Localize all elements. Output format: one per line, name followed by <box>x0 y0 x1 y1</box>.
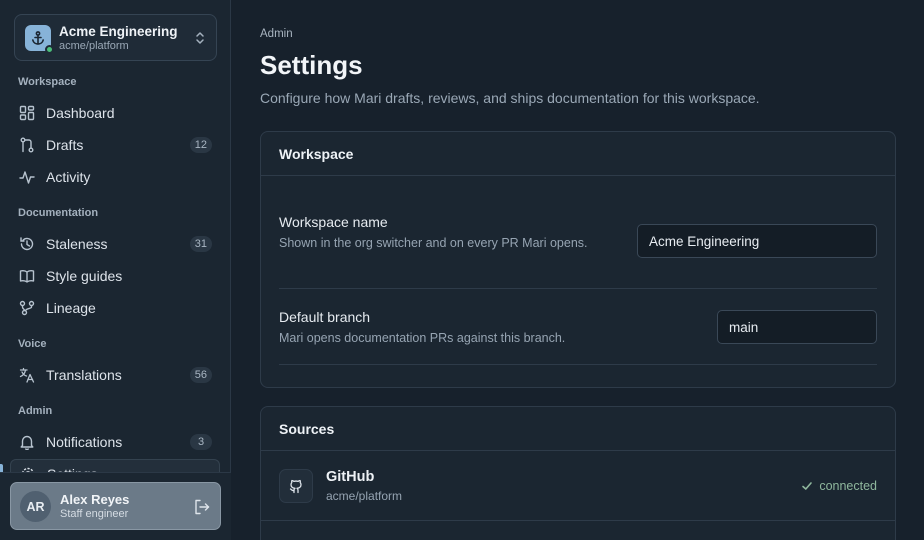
divider <box>279 364 877 365</box>
book-icon <box>19 270 35 283</box>
page-title: Settings <box>260 50 363 80</box>
workspace-name-input[interactable] <box>637 224 877 258</box>
logout-icon[interactable] <box>193 498 211 516</box>
sidebar-item-label: Activity <box>46 169 91 185</box>
workspace-name-help: Shown in the org switcher and on every P… <box>279 236 588 250</box>
activity-icon <box>19 171 35 184</box>
org-name: Acme Engineering <box>59 24 178 39</box>
count-badge: 31 <box>189 236 212 252</box>
github-icon <box>289 479 302 494</box>
online-status-dot <box>45 45 54 54</box>
dashboard-icon <box>19 105 35 121</box>
sidebar-item-lineage[interactable]: Lineage <box>10 294 220 322</box>
default-branch-label: Default branch <box>279 309 371 325</box>
sidebar: Acme Engineering acme/platform Workspace… <box>0 0 231 540</box>
count-badge: 56 <box>189 367 212 383</box>
chevron-up-down-icon <box>196 32 204 44</box>
sidebar-item-label: Staleness <box>46 236 108 252</box>
card-title: Sources <box>279 421 335 437</box>
translate-icon <box>19 367 35 383</box>
nav-section-voice: Voice <box>18 338 47 350</box>
lineage-icon <box>19 300 35 316</box>
page-subtitle: Configure how Mari drafts, reviews, and … <box>260 90 760 106</box>
check-icon <box>802 482 813 490</box>
history-icon <box>20 237 34 251</box>
source-name: GitHub <box>326 469 375 485</box>
org-slug: acme/platform <box>59 40 129 52</box>
sidebar-item-label: Lineage <box>46 300 96 316</box>
anchor-icon <box>31 31 44 45</box>
nav-section-admin: Admin <box>18 405 53 417</box>
sources-card: Sources GitHub acme/platform connected <box>260 406 896 540</box>
sidebar-item-label: Dashboard <box>46 105 115 121</box>
bell-icon <box>20 435 34 450</box>
git-branch-icon <box>20 137 34 153</box>
divider <box>261 520 895 521</box>
sidebar-item-label: Drafts <box>46 137 84 153</box>
breadcrumb: Admin <box>260 28 293 40</box>
source-repo: acme/platform <box>326 489 403 503</box>
user-card[interactable]: AR Alex Reyes Staff engineer <box>10 482 221 530</box>
count-badge: 3 <box>190 434 212 450</box>
user-role: Staff engineer <box>60 508 129 520</box>
sidebar-item-translations[interactable]: Translations 56 <box>10 361 220 389</box>
sidebar-item-style-guides[interactable]: Style guides <box>10 262 220 290</box>
divider <box>279 288 877 289</box>
avatar: AR <box>20 491 51 522</box>
source-logo <box>279 469 313 503</box>
sidebar-item-activity[interactable]: Activity <box>10 163 220 191</box>
default-branch-input[interactable] <box>717 310 877 344</box>
user-name: Alex Reyes <box>60 492 130 507</box>
workspace-card: Workspace Workspace name Shown in the or… <box>260 131 896 388</box>
workspace-name-label: Workspace name <box>279 214 388 230</box>
sidebar-item-label: Notifications <box>46 434 123 450</box>
sidebar-item-notifications[interactable]: Notifications 3 <box>10 428 220 456</box>
org-switcher[interactable]: Acme Engineering acme/platform <box>14 14 217 61</box>
connection-status-label: connected <box>819 479 877 493</box>
sidebar-item-drafts[interactable]: Drafts 12 <box>10 131 220 159</box>
sidebar-item-staleness[interactable]: Staleness 31 <box>10 230 220 258</box>
card-header: Workspace <box>261 132 895 176</box>
sidebar-item-dashboard[interactable]: Dashboard <box>10 99 220 127</box>
connection-status: connected <box>801 479 877 493</box>
card-header: Sources <box>261 407 895 451</box>
card-title: Workspace <box>279 146 354 162</box>
sidebar-item-label: Style guides <box>46 268 123 284</box>
count-badge: 12 <box>189 137 212 153</box>
main-content: Admin Settings Configure how Mari drafts… <box>232 0 924 540</box>
sidebar-item-label: Translations <box>46 367 122 383</box>
default-branch-help: Mari opens documentation PRs against thi… <box>279 331 566 345</box>
nav-section-documentation: Documentation <box>18 207 99 219</box>
nav-section-workspace: Workspace <box>18 76 77 88</box>
